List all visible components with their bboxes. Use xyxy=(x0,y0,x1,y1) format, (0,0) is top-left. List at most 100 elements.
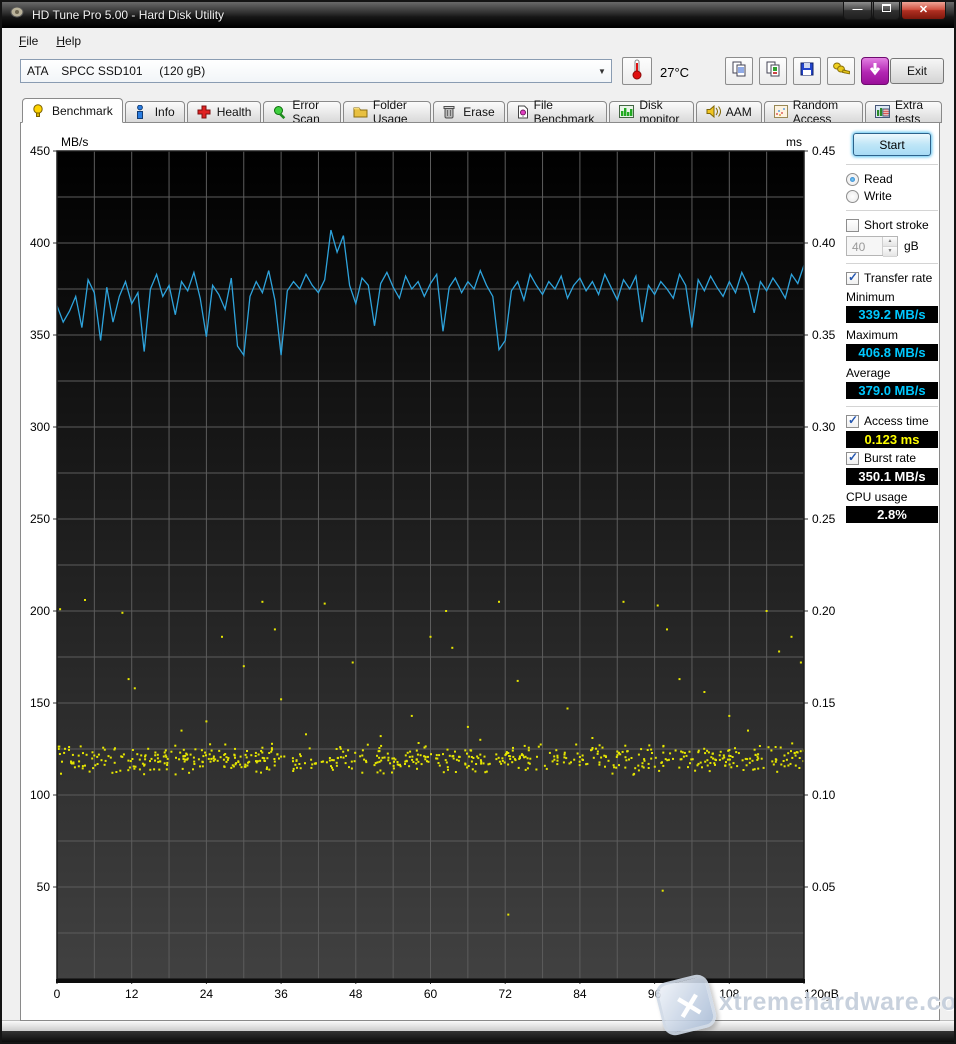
copy-image-button[interactable] xyxy=(759,57,787,85)
aam-icon xyxy=(706,105,721,119)
benchmark-page: 501001502002503003504004500.050.100.150.… xyxy=(20,122,940,1021)
tab-info[interactable]: Info xyxy=(125,101,185,123)
tab-label: Benchmark xyxy=(52,104,113,118)
copy-text-button[interactable] xyxy=(725,57,753,85)
read-radio[interactable]: Read xyxy=(846,172,938,186)
svg-text:0.35: 0.35 xyxy=(812,328,836,342)
exit-button[interactable]: Exit xyxy=(890,58,944,84)
tab-erase[interactable]: Erase xyxy=(433,101,504,123)
svg-text:350: 350 xyxy=(30,328,50,342)
toolbar: ATA SPCC SSD101 (120 gB) ▼ 27°C Exit xyxy=(2,52,954,93)
svg-text:0.10: 0.10 xyxy=(812,788,836,802)
cpu-usage-label: CPU usage xyxy=(846,490,938,504)
svg-text:120gB: 120gB xyxy=(804,987,839,1001)
tab-health[interactable]: Health xyxy=(187,101,262,123)
divider xyxy=(846,406,938,407)
window-bottom-frame xyxy=(2,1020,954,1042)
short-stroke-checkbox[interactable]: Short stroke xyxy=(846,218,938,232)
burst-rate-checkbox[interactable]: Burst rate xyxy=(846,451,938,465)
spinner-arrows-icon[interactable]: ▲▼ xyxy=(882,237,897,255)
disk-monitor-icon xyxy=(619,105,634,119)
short-stroke-capacity: 40 ▲▼ gB xyxy=(846,236,938,256)
burst-rate-label: Burst rate xyxy=(864,451,916,465)
read-radio-label: Read xyxy=(864,172,893,186)
svg-text:72: 72 xyxy=(499,987,513,1001)
maximum-value: 406.8 MB/s xyxy=(846,344,938,361)
transfer-rate-label: Transfer rate xyxy=(864,271,932,285)
svg-text:250: 250 xyxy=(30,512,50,526)
menu-file[interactable]: File xyxy=(10,31,47,51)
svg-text:ms: ms xyxy=(786,135,802,149)
tab-random-access[interactable]: Random Access xyxy=(764,101,863,123)
file-benchmark-icon xyxy=(517,105,529,119)
svg-text:100: 100 xyxy=(30,788,50,802)
checkbox-checked-icon xyxy=(846,272,859,285)
svg-text:84: 84 xyxy=(573,987,587,1001)
menu-help[interactable]: Help xyxy=(47,31,90,51)
app-icon xyxy=(10,5,25,24)
folder-usage-icon xyxy=(353,105,368,119)
chevron-down-icon: ▼ xyxy=(593,67,611,76)
copy-icon xyxy=(731,61,747,82)
save-icon xyxy=(799,61,815,82)
svg-text:0.25: 0.25 xyxy=(812,512,836,526)
divider xyxy=(846,164,938,165)
title-bar: HD Tune Pro 5.00 - Hard Disk Utility — ✕ xyxy=(2,2,954,28)
drive-select[interactable]: ATA SPCC SSD101 (120 gB) ▼ xyxy=(20,59,612,83)
svg-text:60: 60 xyxy=(424,987,438,1001)
tab-disk-monitor[interactable]: Disk monitor xyxy=(609,101,693,123)
tab-folder-usage[interactable]: Folder Usage xyxy=(343,101,431,123)
copy-image-icon xyxy=(765,61,781,82)
tab-aam[interactable]: AAM xyxy=(696,101,762,123)
tab-label: Health xyxy=(217,105,252,119)
options-button[interactable] xyxy=(827,57,855,85)
maximize-button[interactable] xyxy=(873,2,900,20)
capacity-unit: gB xyxy=(904,239,919,253)
start-button[interactable]: Start xyxy=(853,133,931,156)
temperature-button[interactable] xyxy=(622,57,652,85)
svg-text:MB/s: MB/s xyxy=(61,135,88,149)
svg-text:0.05: 0.05 xyxy=(812,880,836,894)
temperature-value: 27°C xyxy=(660,65,689,80)
svg-text:150: 150 xyxy=(30,696,50,710)
svg-text:0.40: 0.40 xyxy=(812,236,836,250)
svg-text:300: 300 xyxy=(30,420,50,434)
svg-text:0: 0 xyxy=(54,987,61,1001)
burst-rate-value: 350.1 MB/s xyxy=(846,468,938,485)
drive-select-value: ATA SPCC SSD101 (120 gB) xyxy=(21,64,593,78)
tab-file-benchmark[interactable]: File Benchmark xyxy=(507,101,608,123)
screenshot-button[interactable] xyxy=(861,57,889,85)
tab-label: Erase xyxy=(463,105,494,119)
save-button[interactable] xyxy=(793,57,821,85)
divider xyxy=(846,210,938,211)
tab-error-scan[interactable]: Error Scan xyxy=(263,101,340,123)
short-stroke-label: Short stroke xyxy=(864,218,929,232)
write-radio[interactable]: Write xyxy=(846,189,938,203)
radio-selected-icon xyxy=(846,173,859,186)
error-scan-icon xyxy=(273,105,287,119)
svg-text:450: 450 xyxy=(30,144,50,158)
close-button[interactable]: ✕ xyxy=(901,2,946,20)
svg-text:200: 200 xyxy=(30,604,50,618)
write-radio-label: Write xyxy=(864,189,892,203)
minimize-button[interactable]: — xyxy=(843,2,872,20)
svg-text:0.45: 0.45 xyxy=(812,144,836,158)
svg-text:24: 24 xyxy=(200,987,214,1001)
app-window: HD Tune Pro 5.00 - Hard Disk Utility — ✕… xyxy=(0,0,956,1044)
average-value: 379.0 MB/s xyxy=(846,382,938,399)
capacity-spinner[interactable]: 40 ▲▼ xyxy=(846,236,898,256)
svg-text:0.15: 0.15 xyxy=(812,696,836,710)
benchmark-icon xyxy=(32,104,47,118)
close-icon: ✕ xyxy=(919,4,928,16)
minimum-value: 339.2 MB/s xyxy=(846,306,938,323)
transfer-rate-checkbox[interactable]: Transfer rate xyxy=(846,271,938,285)
capacity-value: 40 xyxy=(847,237,882,255)
tab-benchmark[interactable]: Benchmark xyxy=(22,98,123,123)
average-label: Average xyxy=(846,366,938,380)
maximize-icon xyxy=(882,4,891,15)
tab-extra-tests[interactable]: Extra tests xyxy=(865,101,942,123)
tab-strip: Benchmark Info Health Error ScanFolder Usag… xyxy=(22,99,944,123)
cpu-usage-value: 2.8% xyxy=(846,506,938,523)
svg-text:12: 12 xyxy=(125,987,139,1001)
access-time-checkbox[interactable]: Access time xyxy=(846,414,938,428)
